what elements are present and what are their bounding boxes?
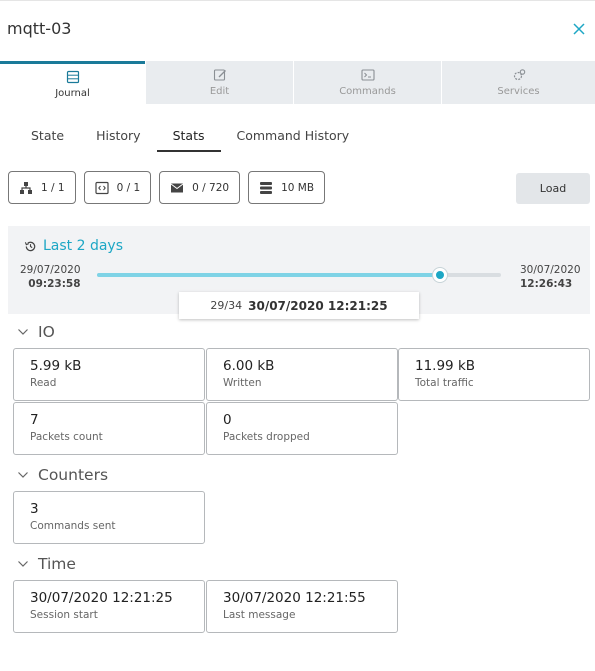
- range-end: 30/07/2020 12:26:43: [520, 263, 581, 291]
- stat-card-written: 6.00 kB Written: [206, 348, 398, 401]
- messages-chip[interactable]: 0 / 720: [159, 171, 241, 204]
- chevron-down-icon: [18, 472, 28, 478]
- stat-value: 0: [223, 412, 232, 428]
- section-title: Time: [38, 555, 76, 573]
- tab-history[interactable]: History: [80, 120, 156, 152]
- close-icon[interactable]: [571, 21, 587, 37]
- stat-value: 30/07/2020 12:21:25: [30, 590, 173, 606]
- start-date: 29/07/2020: [20, 264, 81, 276]
- tab-label: Journal: [55, 87, 90, 99]
- section-counters-header[interactable]: Counters: [17, 466, 108, 484]
- stat-value: 30/07/2020 12:21:55: [223, 590, 366, 606]
- section-title: Counters: [38, 466, 109, 484]
- stat-label: Read: [30, 377, 57, 389]
- tab-edit[interactable]: Edit: [145, 61, 293, 104]
- stats-chips: 1 / 1 0 / 1 0 / 720 10 MB: [8, 171, 326, 204]
- chip-text: 0 / 1: [116, 181, 141, 194]
- stat-label: Written: [223, 377, 262, 389]
- range-start: 29/07/2020 09:23:58: [20, 263, 81, 291]
- end-time: 12:26:43: [520, 278, 573, 290]
- scripts-chip[interactable]: 0 / 1: [83, 171, 152, 204]
- journal-icon: [66, 70, 79, 83]
- stat-value: 3: [30, 501, 39, 517]
- range-selector[interactable]: Last 2 days: [24, 238, 123, 254]
- stat-label: Total traffic: [415, 377, 474, 389]
- section-time-header[interactable]: Time: [17, 555, 76, 573]
- stat-card-commands-sent: 3 Commands sent: [13, 491, 205, 544]
- storage-chip[interactable]: 10 MB: [248, 171, 326, 204]
- stat-card-last-message: 30/07/2020 12:21:55 Last message: [206, 580, 398, 633]
- stat-value: 11.99 kB: [415, 358, 476, 374]
- chip-text: 10 MB: [281, 181, 315, 194]
- tab-commands[interactable]: Commands: [293, 61, 441, 104]
- tab-command-history[interactable]: Command History: [221, 120, 366, 152]
- slider-thumb[interactable]: [433, 268, 448, 282]
- network-icon: [20, 181, 32, 194]
- range-label: Last 2 days: [43, 238, 124, 254]
- tab-stats[interactable]: Stats: [156, 120, 221, 152]
- chevron-down-icon: [18, 329, 28, 335]
- slider-tooltip: 29/34 30/07/2020 12:21:25: [179, 292, 419, 319]
- storage-icon: [260, 181, 273, 194]
- chevron-down-icon: [18, 561, 28, 567]
- stat-card-read: 5.99 kB Read: [13, 348, 205, 401]
- tab-label: Edit: [209, 86, 230, 97]
- stat-label: Packets count: [30, 431, 103, 443]
- page-title: mqtt-03: [7, 19, 72, 38]
- terminal-icon: [360, 69, 375, 81]
- stat-value: 6.00 kB: [223, 358, 275, 374]
- tab-label: Services: [497, 86, 540, 97]
- connections-chip[interactable]: 1 / 1: [8, 171, 76, 204]
- start-time: 09:23:58: [28, 278, 81, 290]
- sub-tabs: State History Stats Command History: [15, 120, 365, 152]
- edit-icon: [213, 69, 226, 81]
- stat-card-session-start: 30/07/2020 12:21:25 Session start: [13, 580, 205, 633]
- stat-card-total-traffic: 11.99 kB Total traffic: [398, 348, 590, 401]
- history-icon: [24, 241, 36, 251]
- time-slider[interactable]: [97, 268, 501, 282]
- stat-value: 7: [30, 412, 39, 428]
- stat-value: 5.99 kB: [30, 358, 82, 374]
- section-title: IO: [38, 323, 55, 341]
- mail-icon: [170, 183, 184, 192]
- slider-fill: [97, 273, 441, 277]
- chip-text: 0 / 720: [192, 181, 230, 194]
- tab-label: Commands: [339, 86, 396, 97]
- end-date: 30/07/2020: [520, 264, 581, 276]
- stat-card-packets-dropped: 0 Packets dropped: [206, 402, 398, 455]
- stat-label: Commands sent: [30, 520, 116, 532]
- tab-state[interactable]: State: [15, 120, 80, 152]
- main-tabs: Journal Edit Commands Services: [0, 61, 595, 104]
- stat-card-packets-count: 7 Packets count: [13, 402, 205, 455]
- section-io-header[interactable]: IO: [17, 323, 55, 341]
- tab-services[interactable]: Services: [441, 61, 595, 104]
- tooltip-time: 30/07/2020 12:21:25: [248, 298, 388, 313]
- tab-journal[interactable]: Journal: [0, 61, 145, 104]
- panel-header: mqtt-03: [0, 0, 595, 61]
- code-icon: [94, 181, 109, 194]
- stat-label: Packets dropped: [223, 431, 310, 443]
- chip-text: 1 / 1: [41, 181, 65, 194]
- stat-label: Session start: [30, 609, 98, 621]
- services-icon: [513, 69, 525, 81]
- tooltip-position: 29/34: [210, 299, 243, 312]
- load-button[interactable]: Load: [516, 173, 590, 204]
- stat-label: Last message: [223, 609, 296, 621]
